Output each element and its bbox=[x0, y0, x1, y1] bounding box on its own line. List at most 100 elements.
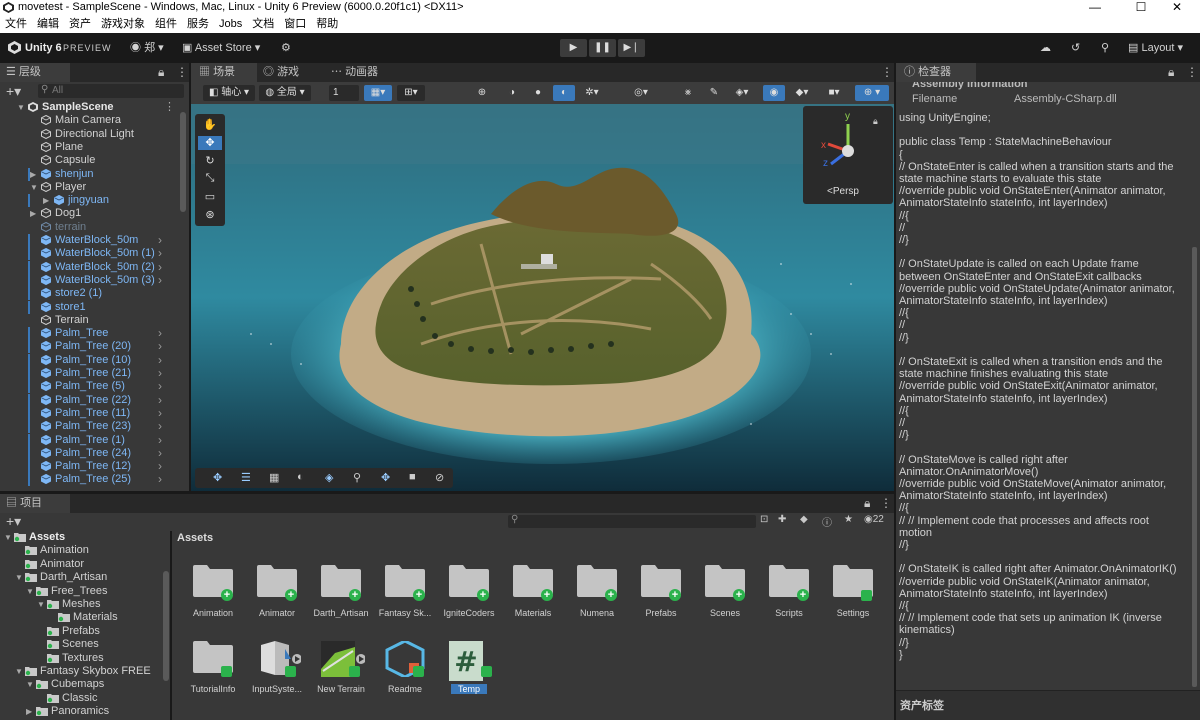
expand-arrow-icon[interactable]: ▶ bbox=[43, 194, 49, 207]
tab-scene[interactable]: ▦ 场景 bbox=[191, 63, 257, 82]
tab-inspector[interactable]: ⓘ 检查器 bbox=[896, 63, 976, 82]
lit-icon[interactable]: ◐ bbox=[553, 85, 575, 101]
camera-icon[interactable]: ■▾ bbox=[821, 85, 847, 101]
warning-icon[interactable]: ⓘ bbox=[822, 514, 832, 529]
compass-icon[interactable]: ⊘ bbox=[435, 471, 444, 484]
hierarchy-item[interactable]: ▼ SampleScene ⋮ bbox=[0, 101, 180, 114]
visibility-count[interactable]: ◉22 bbox=[864, 514, 884, 525]
asset-item[interactable]: + Materials bbox=[501, 557, 565, 631]
prefab-open-icon[interactable]: › bbox=[158, 460, 162, 473]
cloud-icon[interactable]: ☁ bbox=[1040, 40, 1051, 56]
tab-project[interactable]: ▤ 项目 bbox=[0, 494, 70, 513]
hierarchy-item[interactable]: Palm_Tree (12) › bbox=[0, 460, 180, 474]
prefab-open-icon[interactable]: › bbox=[158, 234, 162, 247]
more-menu-icon[interactable]: ⋮ bbox=[1186, 65, 1198, 79]
rect-tool-icon[interactable]: ▭ bbox=[198, 190, 222, 204]
hierarchy-scrollbar[interactable] bbox=[180, 112, 186, 212]
asset-item[interactable]: + Scripts bbox=[757, 557, 821, 631]
add-object-button[interactable]: +▾ bbox=[6, 83, 21, 100]
global-dropdown[interactable]: ◍ 全局 ▾ bbox=[259, 85, 311, 101]
menu-window[interactable]: 窗口 bbox=[279, 15, 311, 33]
expand-arrow-icon[interactable]: ▼ bbox=[4, 531, 12, 544]
hierarchy-item[interactable]: WaterBlock_50m › bbox=[0, 234, 180, 247]
hierarchy-item[interactable]: Directional Light bbox=[0, 128, 180, 141]
favorite-icon[interactable]: ★ bbox=[844, 514, 853, 525]
asset-item[interactable]: + Animator bbox=[245, 557, 309, 631]
grid-snap-icon[interactable]: ▦▾ bbox=[364, 85, 392, 101]
tab-animator[interactable]: ⋯ 动画器 bbox=[331, 63, 401, 82]
move-tool-icon[interactable]: ✥ bbox=[198, 136, 222, 150]
expand-arrow-icon[interactable]: ▶ bbox=[30, 207, 36, 220]
transform-tool-icon[interactable]: ⊛ bbox=[198, 208, 222, 222]
filter-icon[interactable]: ✚ bbox=[778, 514, 786, 525]
minimize-button[interactable]: — bbox=[1072, 0, 1118, 15]
visibility-icon[interactable]: ◉ bbox=[763, 85, 785, 101]
hierarchy-item[interactable]: Palm_Tree (23) › bbox=[0, 420, 180, 434]
hierarchy-item[interactable]: Palm_Tree (22) › bbox=[0, 393, 180, 407]
lock-icon[interactable]: 🔒︎ bbox=[873, 116, 878, 127]
menu-gameobject[interactable]: 游戏对象 bbox=[96, 15, 150, 33]
hierarchy-item[interactable]: ▶ jingyuan bbox=[0, 194, 180, 208]
expand-arrow-icon[interactable]: ▼ bbox=[30, 181, 38, 194]
hierarchy-item[interactable]: ▶ shenjun bbox=[0, 167, 180, 181]
hierarchy-item[interactable]: store2 (1) bbox=[0, 287, 180, 301]
scene-menu-icon[interactable]: ⋮ bbox=[164, 101, 175, 114]
prefab-open-icon[interactable]: › bbox=[158, 247, 162, 260]
search-by-type-icon[interactable]: ⊡ bbox=[760, 514, 768, 525]
tab-game[interactable]: ◎ 游戏 bbox=[263, 63, 323, 82]
shaded-wire-icon[interactable]: ◑ bbox=[501, 85, 523, 101]
expand-arrow-icon[interactable]: ▼ bbox=[15, 571, 23, 584]
camera-icon[interactable]: ■ bbox=[409, 471, 416, 483]
prefab-open-icon[interactable]: › bbox=[158, 433, 162, 447]
prefab-open-icon[interactable]: › bbox=[158, 446, 162, 460]
asset-item[interactable]: + Darth_Artisan bbox=[309, 557, 373, 631]
hierarchy-item[interactable]: ▼ Player bbox=[0, 181, 180, 194]
asset-item[interactable]: + Fantasy Sk... bbox=[373, 557, 437, 631]
asset-item[interactable]: + IgniteCoders bbox=[437, 557, 501, 631]
rotate-tool-icon[interactable]: ↻ bbox=[198, 154, 222, 168]
more-menu-icon[interactable]: ⋮ bbox=[176, 65, 188, 79]
hierarchy-item[interactable]: Palm_Tree (21) › bbox=[0, 367, 180, 380]
hierarchy-item[interactable]: ▶ Dog1 bbox=[0, 207, 180, 220]
shaded-icon[interactable]: ● bbox=[527, 85, 549, 101]
history-icon[interactable]: ↺ bbox=[1071, 40, 1080, 56]
label-icon[interactable]: ◆ bbox=[800, 514, 808, 525]
gizmos-icon[interactable]: ⊕ ▾ bbox=[855, 85, 889, 101]
asset-item[interactable]: + Prefabs bbox=[629, 557, 693, 631]
hierarchy-item[interactable]: Palm_Tree (20) › bbox=[0, 340, 180, 354]
lock-icon[interactable]: 🔒︎ bbox=[158, 65, 164, 80]
prefab-open-icon[interactable]: › bbox=[158, 367, 162, 380]
hierarchy-search-input[interactable]: ⚲ All bbox=[38, 84, 184, 98]
hierarchy-item[interactable]: Palm_Tree (11) › bbox=[0, 406, 180, 420]
layers-icon[interactable]: ◈▾ bbox=[729, 85, 755, 101]
grid-size-input[interactable]: 1 bbox=[329, 85, 359, 101]
cloud-settings-icon[interactable]: ⚙ bbox=[281, 40, 291, 56]
prefab-open-icon[interactable]: › bbox=[158, 353, 162, 367]
asset-item[interactable]: InputSyste... bbox=[245, 633, 309, 707]
hierarchy-item[interactable]: Palm_Tree (24) › bbox=[0, 446, 180, 460]
prefab-open-icon[interactable]: › bbox=[158, 420, 162, 433]
project-search-input[interactable]: ⚲ bbox=[508, 514, 756, 528]
expand-arrow-icon[interactable]: ▼ bbox=[15, 665, 23, 678]
grid-icon[interactable]: ▦ bbox=[269, 471, 279, 484]
hierarchy-item[interactable]: Capsule bbox=[0, 154, 180, 167]
expand-arrow-icon[interactable]: ▼ bbox=[26, 585, 34, 598]
prefab-open-icon[interactable]: › bbox=[158, 327, 162, 340]
asset-item[interactable]: Settings bbox=[821, 557, 885, 631]
prefab-open-icon[interactable]: › bbox=[158, 406, 162, 420]
hand-tool-icon[interactable]: ✋ bbox=[198, 118, 222, 132]
scene-viewport[interactable]: y x z 🔒︎ <Persp ✋ ✥ ↻ ⤡ ▭ ⊛ ✥ ☰ ▦ ◐ ◈ ⚲ … bbox=[191, 104, 894, 491]
menu-services[interactable]: 服务 bbox=[182, 15, 214, 33]
inspector-scrollbar[interactable] bbox=[1192, 247, 1197, 687]
view-gizmo[interactable]: y x z 🔒︎ <Persp bbox=[803, 106, 893, 204]
zoom-icon[interactable]: ⚲ bbox=[353, 471, 361, 484]
view-options-icon[interactable]: ◎▾ bbox=[627, 85, 655, 101]
scale-tool-icon[interactable]: ⤡ bbox=[198, 172, 222, 186]
hierarchy-item[interactable]: Plane bbox=[0, 141, 180, 154]
expand-arrow-icon[interactable]: ▶ bbox=[30, 168, 36, 181]
hierarchy-item[interactable]: store1 bbox=[0, 300, 180, 314]
hierarchy-item[interactable]: Palm_Tree (10) › bbox=[0, 353, 180, 367]
more-menu-icon[interactable]: ⋮ bbox=[881, 65, 893, 79]
hierarchy-item[interactable]: Palm_Tree › bbox=[0, 327, 180, 341]
asset-store-button[interactable]: ▣ Asset Store ▾ bbox=[182, 40, 260, 56]
